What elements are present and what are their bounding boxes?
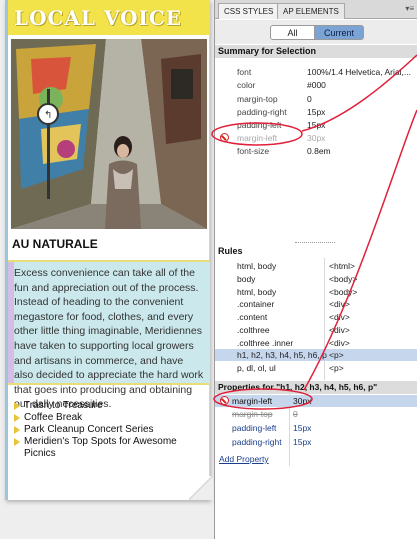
rule-row[interactable]: p, dl, ol, ul <p>: [215, 362, 417, 374]
mode-switch: All Current: [215, 20, 417, 44]
property-value[interactable]: 30px: [293, 395, 311, 407]
summary-row[interactable]: padding-left 15px: [215, 119, 417, 131]
rule-tag: <div>: [329, 338, 350, 348]
summary-row[interactable]: padding-right 15px: [215, 106, 417, 118]
triangle-bullet-icon: [14, 438, 20, 446]
current-mode-button[interactable]: Current: [314, 25, 364, 40]
page-card: LOCAL VOICE ↰ AU NATURALE Excess conveni…: [5, 0, 213, 500]
property-row-overridden[interactable]: margin-top 0: [215, 408, 417, 420]
description-text: Excess convenience can take all of the f…: [14, 267, 204, 411]
rule-tag: <div>: [329, 325, 350, 335]
summary-row-disabled[interactable]: margin-left 30px: [215, 132, 417, 144]
property-key: padding-right: [232, 437, 282, 447]
property-value[interactable]: 0: [293, 408, 298, 420]
rule-selector: h1, h2, h3, h4, h5, h6, p: [237, 350, 327, 360]
rule-tag: <p>: [329, 350, 344, 360]
description-box: Excess convenience can take all of the f…: [8, 260, 210, 410]
rule-row[interactable]: .colthree .inner <div>: [215, 337, 417, 349]
property-row-selected[interactable]: margin-left 30px: [215, 395, 417, 407]
panel-tabbar: CSS STYLES AP ELEMENTS ▾≡: [215, 0, 417, 19]
list-item[interactable]: Trash to Treasure: [14, 400, 209, 412]
pane-splitter[interactable]: [295, 242, 335, 244]
summary-value: 15px: [307, 120, 326, 130]
list-item[interactable]: Meridien's Top Spots for Awesome Picnics: [14, 436, 209, 460]
rule-selector: .content: [237, 312, 268, 322]
rule-tag: <p>: [329, 363, 344, 373]
all-mode-button[interactable]: All: [270, 25, 315, 40]
property-value[interactable]: 15px: [293, 436, 311, 448]
rule-selector: html, body: [237, 287, 277, 297]
rule-tag: <div>: [329, 312, 350, 322]
rule-row[interactable]: .container <div>: [215, 298, 417, 310]
summary-key: padding-left: [237, 120, 282, 130]
rule-tag: <body>: [329, 287, 358, 297]
article-headline: AU NATURALE: [12, 237, 98, 251]
triangle-bullet-icon: [14, 426, 20, 434]
summary-key: color: [237, 80, 256, 90]
summary-key: font: [237, 67, 252, 77]
rules-header: Rules: [215, 245, 417, 258]
street-photo-image: ↰: [11, 39, 207, 229]
tab-ap-elements[interactable]: AP ELEMENTS: [277, 3, 345, 19]
property-value[interactable]: 15px: [293, 422, 311, 434]
rule-selector: html, body: [237, 261, 277, 271]
tab-css-styles[interactable]: CSS STYLES: [218, 3, 280, 19]
rule-tag: <body>: [329, 274, 358, 284]
masthead: LOCAL VOICE: [8, 0, 210, 35]
property-key: padding-left: [232, 423, 277, 433]
triangle-bullet-icon: [14, 402, 20, 410]
rule-tag: <html>: [329, 261, 355, 271]
list-item[interactable]: Coffee Break: [14, 412, 209, 424]
rule-tag: <div>: [329, 299, 350, 309]
summary-value: 100%/1.4 Helvetica, Arial,...: [307, 67, 411, 77]
rule-selector: p, dl, ol, ul: [237, 363, 276, 373]
summary-value: #000: [307, 80, 326, 90]
rule-row[interactable]: html, body <html>: [215, 260, 417, 272]
summary-value: 15px: [307, 107, 326, 117]
rule-row[interactable]: body <body>: [215, 273, 417, 285]
summary-row[interactable]: color #000: [215, 79, 417, 91]
svg-text:↰: ↰: [44, 110, 52, 121]
triangle-bullet-icon: [14, 414, 20, 422]
property-key: margin-top: [232, 409, 273, 419]
rule-selector: .colthree .inner: [237, 338, 294, 348]
css-styles-panel: CSS STYLES AP ELEMENTS ▾≡ All Current Su…: [214, 0, 417, 539]
summary-header: Summary for Selection: [215, 45, 417, 58]
rule-row[interactable]: .colthree <div>: [215, 324, 417, 336]
summary-key: margin-left: [237, 133, 278, 143]
list-item[interactable]: Park Cleanup Concert Series: [14, 424, 209, 436]
disabled-icon: [220, 396, 229, 405]
design-view: LOCAL VOICE ↰ AU NATURALE Excess conveni…: [0, 0, 214, 539]
summary-key: margin-top: [237, 94, 278, 104]
logo: LOCAL VOICE: [14, 6, 183, 30]
rule-row[interactable]: html, body <body>: [215, 286, 417, 298]
property-key: margin-left: [232, 396, 273, 406]
summary-key: font-size: [237, 146, 270, 156]
summary-row[interactable]: font 100%/1.4 Helvetica, Arial,...: [215, 66, 417, 78]
rule-selector: .container: [237, 299, 275, 309]
add-property-link[interactable]: Add Property: [219, 454, 269, 464]
page-curl: [189, 476, 213, 500]
rule-row[interactable]: .content <div>: [215, 311, 417, 323]
properties-header: Properties for "h1, h2, h3, h4, h5, h6, …: [215, 381, 417, 394]
summary-key: padding-right: [237, 107, 287, 117]
summary-value: 0: [307, 94, 312, 104]
rule-row-selected[interactable]: h1, h2, h3, h4, h5, h6, p <p>: [215, 349, 417, 361]
link-list: Trash to Treasure Coffee Break Park Clea…: [14, 400, 209, 460]
summary-value: 30px: [307, 133, 326, 143]
property-row[interactable]: padding-right 15px: [215, 436, 417, 448]
rule-selector: .colthree: [237, 325, 270, 335]
summary-row[interactable]: margin-top 0: [215, 93, 417, 105]
summary-row[interactable]: font-size 0.8em: [215, 145, 417, 157]
property-row[interactable]: padding-left 15px: [215, 422, 417, 434]
rule-selector: body: [237, 274, 256, 284]
disabled-icon: [220, 133, 229, 142]
panel-menu-icon[interactable]: ▾≡: [405, 4, 414, 13]
street-photo: ↰: [11, 39, 207, 229]
summary-value: 0.8em: [307, 146, 331, 156]
